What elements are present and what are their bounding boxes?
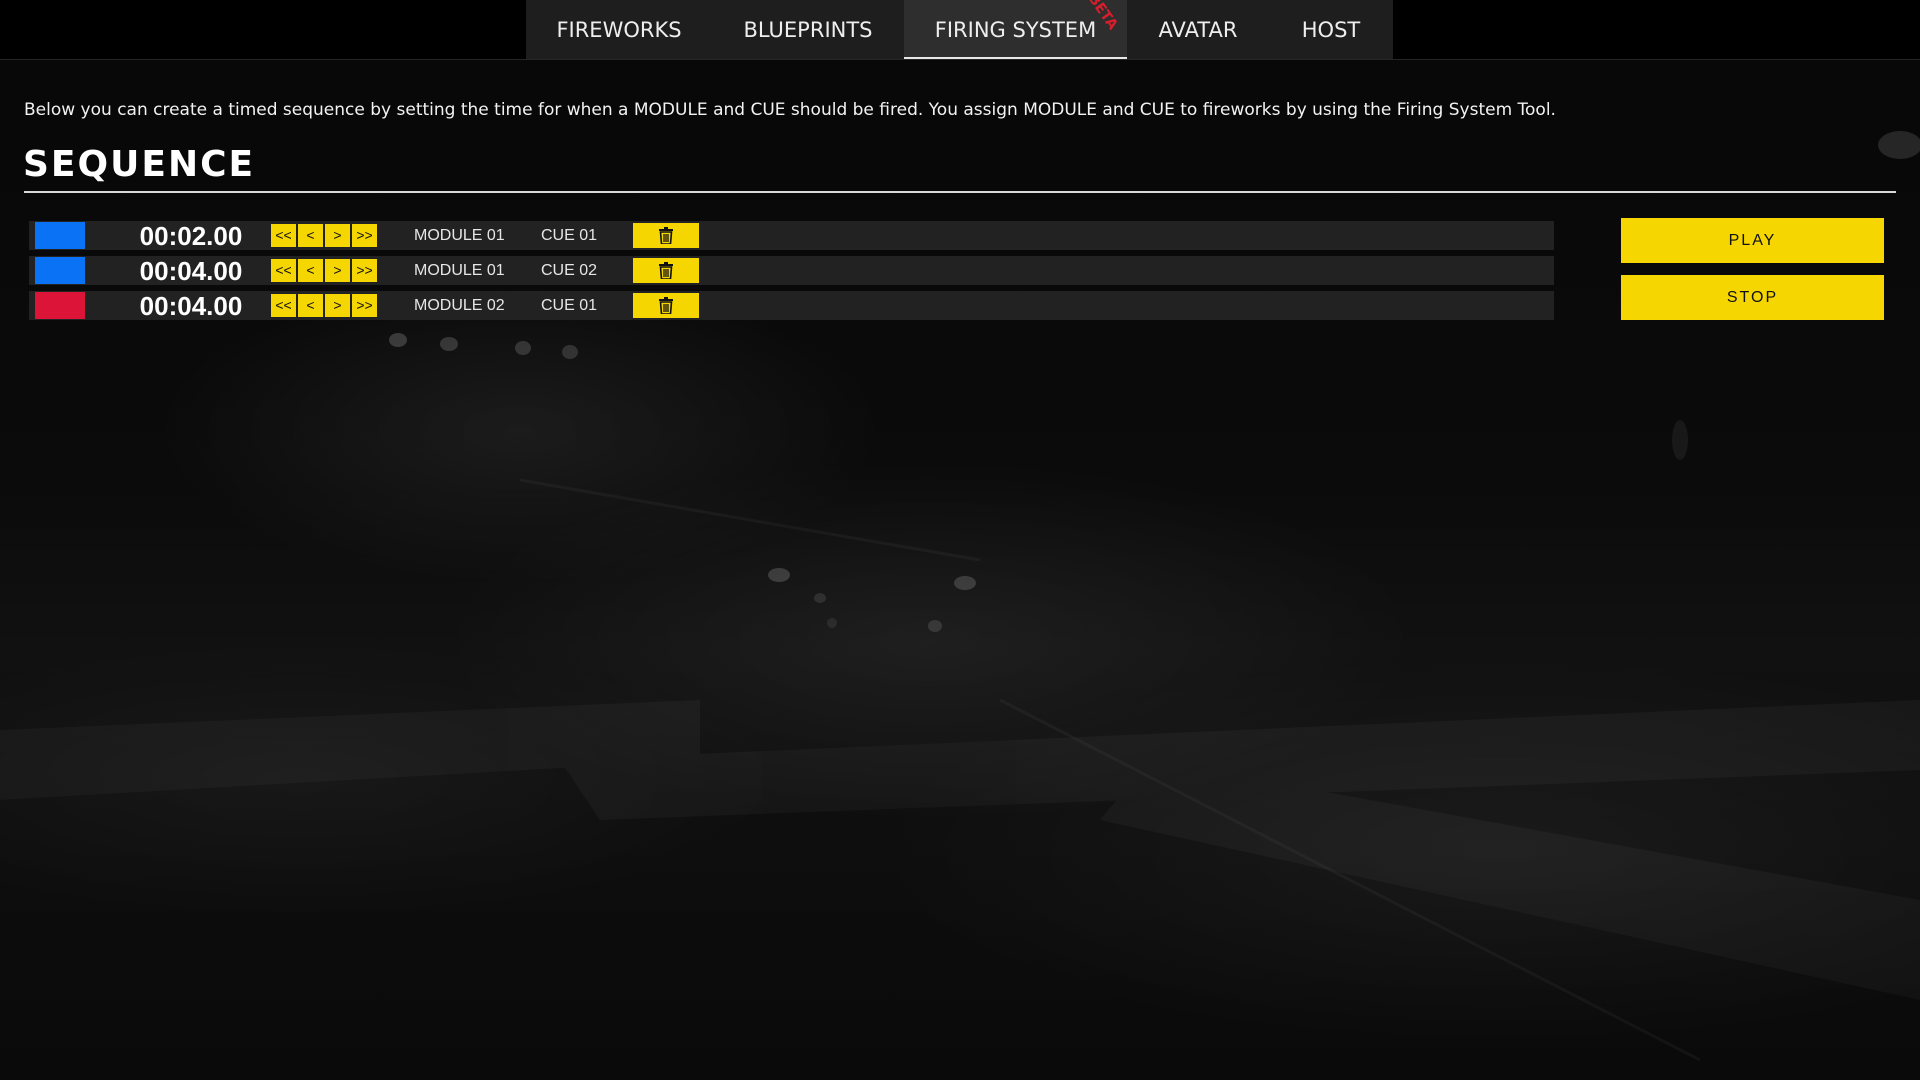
row-cue[interactable]: CUE 02 xyxy=(541,256,597,285)
intro-text: Below you can create a timed sequence by… xyxy=(24,100,1556,120)
divider xyxy=(24,191,1896,193)
row-module[interactable]: MODULE 01 xyxy=(414,221,505,250)
row-time: 00:04.00 xyxy=(139,291,243,321)
row-time: 00:02.00 xyxy=(139,221,243,251)
row-module[interactable]: MODULE 01 xyxy=(414,256,505,285)
sequence-title: SEQUENCE xyxy=(23,144,256,185)
row-time: 00:04.00 xyxy=(139,256,243,286)
background-scene xyxy=(389,131,1920,1062)
trash-icon xyxy=(659,262,673,279)
tab-host[interactable]: HOST xyxy=(1269,0,1393,59)
sequence-row: 00:04.00 << < > >> MODULE 01 CUE 02 xyxy=(29,256,1554,286)
time-stepper: << < > >> xyxy=(271,224,379,247)
trash-icon xyxy=(659,227,673,244)
row-module[interactable]: MODULE 02 xyxy=(414,291,505,320)
sequence-list: 00:02.00 << < > >> MODULE 01 CUE 01 00:0… xyxy=(29,221,1554,326)
tab-label: FIREWORKS xyxy=(556,18,682,42)
top-nav-bar: FIREWORKS BLUEPRINTS FIRING SYSTEM BETA … xyxy=(0,0,1920,60)
time-forward-large-button[interactable]: >> xyxy=(352,259,377,282)
time-back-large-button[interactable]: << xyxy=(271,259,296,282)
tab-label: HOST xyxy=(1301,18,1361,42)
firing-system-screen: FIREWORKS BLUEPRINTS FIRING SYSTEM BETA … xyxy=(0,0,1920,1080)
tab-fireworks[interactable]: FIREWORKS xyxy=(526,0,712,59)
time-forward-large-button[interactable]: >> xyxy=(352,294,377,317)
time-back-button[interactable]: < xyxy=(298,259,323,282)
time-stepper: << < > >> xyxy=(271,294,379,317)
time-back-button[interactable]: < xyxy=(298,224,323,247)
sequence-row: 00:04.00 << < > >> MODULE 02 CUE 01 xyxy=(29,291,1554,321)
time-forward-button[interactable]: > xyxy=(325,224,350,247)
time-back-large-button[interactable]: << xyxy=(271,224,296,247)
time-forward-button[interactable]: > xyxy=(325,259,350,282)
tab-blueprints[interactable]: BLUEPRINTS xyxy=(712,0,904,59)
time-forward-button[interactable]: > xyxy=(325,294,350,317)
tab-bar: FIREWORKS BLUEPRINTS FIRING SYSTEM BETA … xyxy=(526,0,1393,59)
tab-label: FIRING SYSTEM xyxy=(934,18,1097,42)
tab-firing-system[interactable]: FIRING SYSTEM BETA xyxy=(904,0,1127,59)
row-cue[interactable]: CUE 01 xyxy=(541,291,597,320)
row-cue[interactable]: CUE 01 xyxy=(541,221,597,250)
tab-avatar[interactable]: AVATAR xyxy=(1127,0,1269,59)
row-color-swatch[interactable] xyxy=(35,257,85,284)
stop-button[interactable]: STOP xyxy=(1621,275,1884,320)
time-back-button[interactable]: < xyxy=(298,294,323,317)
delete-row-button[interactable] xyxy=(633,258,699,283)
row-color-swatch[interactable] xyxy=(35,292,85,319)
sequence-row: 00:02.00 << < > >> MODULE 01 CUE 01 xyxy=(29,221,1554,251)
time-stepper: << < > >> xyxy=(271,259,379,282)
delete-row-button[interactable] xyxy=(633,293,699,318)
play-button[interactable]: PLAY xyxy=(1621,218,1884,263)
tab-label: AVATAR xyxy=(1158,18,1238,42)
row-color-swatch[interactable] xyxy=(35,222,85,249)
tab-label: BLUEPRINTS xyxy=(743,18,873,42)
time-forward-large-button[interactable]: >> xyxy=(352,224,377,247)
time-back-large-button[interactable]: << xyxy=(271,294,296,317)
trash-icon xyxy=(659,297,673,314)
delete-row-button[interactable] xyxy=(633,223,699,248)
